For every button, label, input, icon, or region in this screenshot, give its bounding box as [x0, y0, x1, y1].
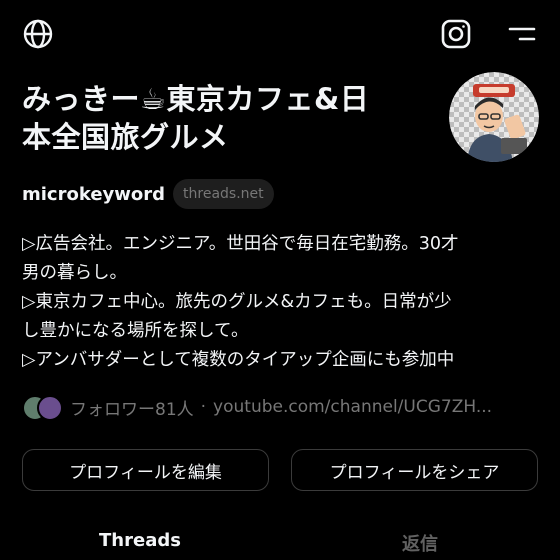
tab-replies[interactable]: 返信: [280, 530, 560, 556]
globe-icon[interactable]: [18, 14, 58, 54]
tab-threads[interactable]: Threads: [0, 530, 280, 551]
display-name-line-2: 本全国旅グルメ: [22, 120, 229, 154]
followers-count[interactable]: フォロワー81人: [70, 395, 194, 420]
domain-chip[interactable]: threads.net: [173, 179, 274, 209]
handle-row: microkeyword threads.net: [22, 178, 274, 210]
bio-line: し豊かになる場所を探して。: [22, 321, 249, 341]
profile-display-name: みっきー☕東京カフェ&日 本全国旅グルメ: [22, 80, 432, 156]
display-name-line-1: みっきー☕東京カフェ&日: [22, 82, 370, 116]
menu-icon[interactable]: [502, 14, 542, 54]
bio-line: ▷広告会社。エンジニア。世田谷で毎日在宅勤務。30才: [22, 234, 459, 254]
avatar[interactable]: [449, 72, 539, 162]
bio-line: 男の暮らし。: [22, 263, 127, 283]
profile-tabs: Threads 返信: [0, 520, 560, 560]
instagram-icon[interactable]: [436, 14, 476, 54]
profile-handle: microkeyword: [22, 183, 166, 205]
bio-line: ▷東京カフェ中心。旅先のグルメ&カフェも。日常が少: [22, 292, 452, 312]
follower-avatar: [37, 395, 63, 421]
edit-profile-button[interactable]: プロフィールを編集: [22, 449, 269, 491]
top-bar: [0, 0, 560, 70]
bio-line: ▷アンバサダーとして複数のタイアップ企画にも参加中: [22, 350, 455, 370]
profile-bio: ▷広告会社。エンジニア。世田谷で毎日在宅勤務。30才 男の暮らし。 ▷東京カフェ…: [22, 230, 542, 375]
share-profile-button[interactable]: プロフィールをシェア: [291, 449, 538, 491]
followers-row: フォロワー81人 · youtube.com/channel/UCG7ZH...: [22, 393, 492, 421]
follower-avatars[interactable]: [22, 395, 64, 421]
separator-dot: ·: [200, 397, 207, 417]
profile-link[interactable]: youtube.com/channel/UCG7ZH...: [213, 397, 492, 417]
